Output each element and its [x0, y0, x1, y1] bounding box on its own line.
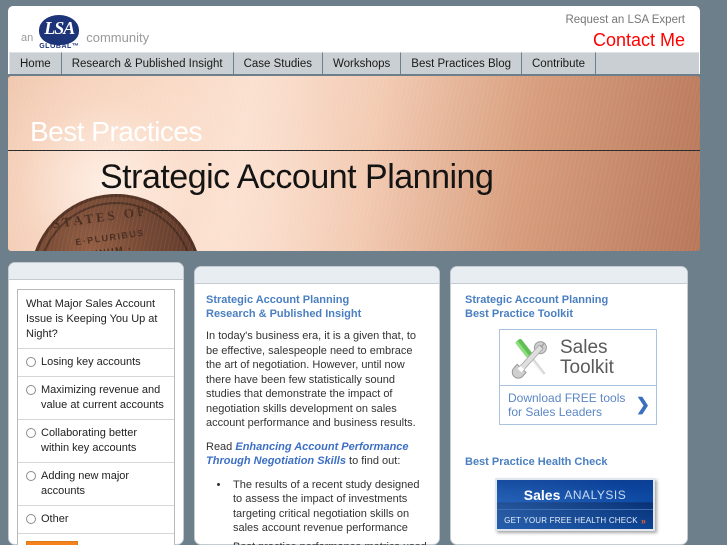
- poll-option-other[interactable]: Other: [18, 506, 174, 534]
- request-expert-label: Request an LSA Expert: [565, 14, 685, 26]
- toolkit-cta-line2: for Sales Leaders: [508, 405, 603, 419]
- nav-item-contribute[interactable]: Contribute: [522, 52, 597, 74]
- double-arrow-icon: »: [640, 515, 646, 526]
- toolkit-title-line2: Toolkit: [560, 356, 614, 378]
- logo-global-text: GLOBAL™: [39, 43, 80, 50]
- left-panel-header-bar: [9, 263, 183, 280]
- sales-toolkit-image: Sales Toolkit: [500, 330, 656, 386]
- nav-item-best-practices-blog[interactable]: Best Practices Blog: [401, 52, 522, 74]
- header-contact-block: Request an LSA Expert Contact Me: [565, 12, 685, 51]
- poll-option-label: Maximizing revenue and value at current …: [41, 384, 164, 411]
- nav-filler: [596, 52, 699, 74]
- site-logo[interactable]: an LSA GLOBAL™ community: [21, 11, 149, 51]
- poll-option-maximizing-revenue[interactable]: Maximizing revenue and value at current …: [18, 377, 174, 420]
- poll-option-collaborating-better[interactable]: Collaborating better within key accounts: [18, 420, 174, 463]
- right-heading: Strategic Account Planning Best Practice…: [465, 293, 673, 321]
- poll-option-label: Collaborating better within key accounts: [41, 427, 138, 454]
- vote-button[interactable]: Vote: [26, 541, 79, 545]
- nav-item-case-studies[interactable]: Case Studies: [233, 52, 323, 74]
- read-suffix: to find out:: [345, 455, 401, 467]
- poll-option-label: Losing key accounts: [41, 356, 141, 368]
- main-navigation: Home Research & Published Insight Case S…: [8, 52, 700, 74]
- lsa-global-logo-icon: LSA GLOBAL™: [36, 15, 82, 51]
- radio-icon[interactable]: [26, 514, 36, 524]
- health-check-heading: Best Practice Health Check: [465, 456, 608, 468]
- download-free-tools-link[interactable]: Download FREE tools for Sales Leaders ❯: [500, 386, 656, 424]
- toolkit-cta-text: Download FREE tools for Sales Leaders: [508, 391, 631, 419]
- right-panel-header-bar: [451, 267, 687, 284]
- analysis-banner-title-row: Sales ANALYSIS: [497, 480, 653, 510]
- chevron-right-icon: ❯: [635, 395, 650, 414]
- left-sidebar-panel: What Major Sales Account Issue is Keepin…: [8, 262, 184, 545]
- logo-an-text: an: [21, 32, 34, 44]
- list-item: Best practice performance metrics used t…: [230, 540, 428, 545]
- center-content-body: Strategic Account Planning Research & Pu…: [195, 284, 439, 545]
- page-root: an LSA GLOBAL™ community Request an LSA …: [0, 0, 727, 545]
- right-heading-line2: Best Practice Toolkit: [465, 308, 573, 320]
- nav-item-workshops[interactable]: Workshops: [322, 52, 402, 74]
- radio-icon[interactable]: [26, 471, 36, 481]
- contact-me-link[interactable]: Contact Me: [565, 29, 685, 51]
- read-prefix: Read: [206, 440, 236, 453]
- radio-icon[interactable]: [26, 428, 36, 438]
- toolkit-title-line1: Sales: [560, 336, 608, 358]
- nav-item-research-published-insight[interactable]: Research & Published Insight: [61, 52, 234, 74]
- poll-option-losing-key-accounts[interactable]: Losing key accounts: [18, 349, 174, 377]
- sales-toolkit-promo[interactable]: Sales Toolkit Download FREE tools for Sa…: [499, 329, 657, 425]
- analysis-title-bold: Sales: [523, 486, 561, 503]
- toolkit-cta-line1: Download FREE tools: [508, 391, 626, 405]
- logo-community-text: community: [86, 30, 150, 45]
- poll-option-label: Adding new major accounts: [41, 470, 130, 497]
- center-panel-header-bar: [195, 267, 439, 284]
- center-intro-paragraph: In today's business era, it is a given t…: [206, 330, 416, 429]
- health-check-cta-text: GET YOUR FREE HEALTH CHECK: [504, 516, 638, 525]
- list-item: The results of a recent study designed t…: [230, 478, 428, 536]
- radio-icon[interactable]: [26, 385, 36, 395]
- sales-toolkit-wordmark: Sales Toolkit: [558, 336, 652, 378]
- banner-kicker: Best Practices: [30, 116, 202, 147]
- poll-footer: Vote: [18, 534, 174, 545]
- site-header: an LSA GLOBAL™ community Request an LSA …: [8, 6, 700, 52]
- right-heading-line1: Strategic Account Planning: [465, 294, 609, 306]
- radio-icon[interactable]: [26, 357, 36, 367]
- sales-analysis-banner[interactable]: Sales ANALYSIS GET YOUR FREE HEALTH CHEC…: [495, 478, 655, 531]
- nav-item-home[interactable]: Home: [9, 52, 62, 74]
- center-heading-line1: Strategic Account Planning: [206, 294, 350, 306]
- poll-widget: What Major Sales Account Issue is Keepin…: [17, 289, 175, 545]
- logo-lsa-text: LSA: [44, 18, 75, 38]
- banner-divider: [8, 150, 700, 151]
- banner-title: Strategic Account Planning: [100, 158, 494, 196]
- center-heading: Strategic Account Planning Research & Pu…: [206, 293, 428, 321]
- poll-option-adding-new-accounts[interactable]: Adding new major accounts: [18, 463, 174, 506]
- right-sidebar-panel: Strategic Account Planning Best Practice…: [450, 266, 688, 545]
- poll-question: What Major Sales Account Issue is Keepin…: [18, 290, 174, 349]
- hero-banner: ED STATES OF AME E·PLURIBUS UNUM · Best …: [8, 76, 700, 251]
- center-heading-line2: Research & Published Insight: [206, 308, 362, 320]
- center-content-panel: Strategic Account Planning Research & Pu…: [194, 266, 440, 545]
- poll-option-label: Other: [41, 513, 69, 525]
- right-content-body: Strategic Account Planning Best Practice…: [451, 284, 687, 531]
- screwdriver-wrench-icon: [511, 338, 547, 379]
- analysis-banner-cta-row: GET YOUR FREE HEALTH CHECK »: [497, 510, 653, 529]
- center-read-line: Read Enhancing Account Performance Throu…: [206, 440, 428, 469]
- analysis-title-light: ANALYSIS: [564, 487, 627, 502]
- center-bullet-list: The results of a recent study designed t…: [206, 478, 428, 545]
